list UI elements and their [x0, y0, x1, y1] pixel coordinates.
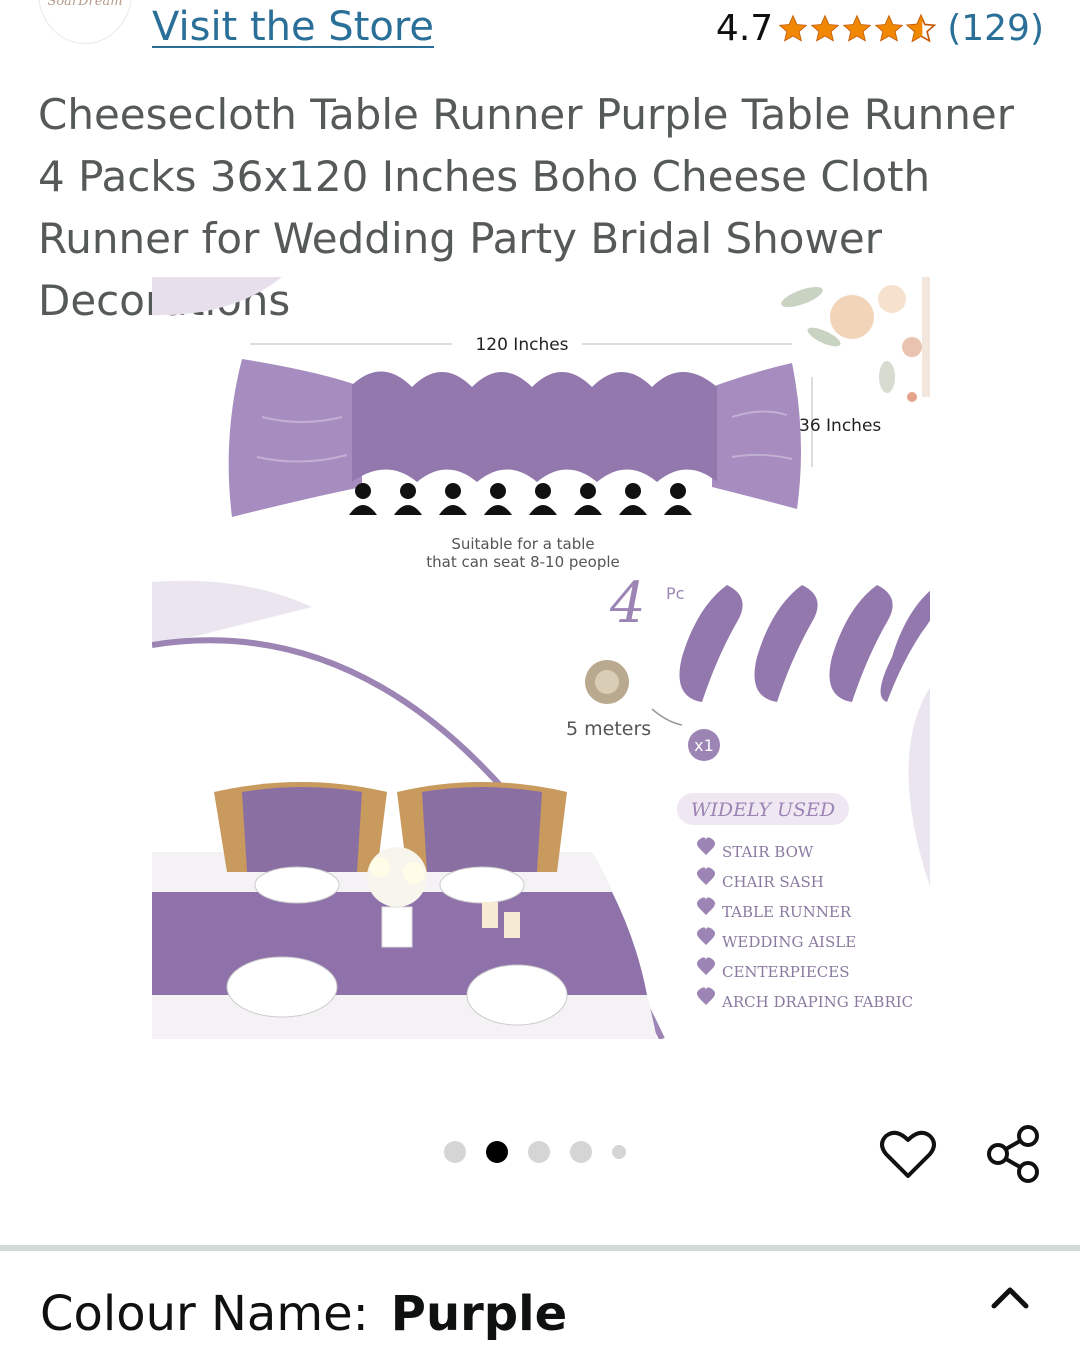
use-label: CHAIR SASH: [722, 873, 824, 891]
star-icon: [810, 14, 840, 42]
use-label: TABLE RUNNER: [722, 903, 852, 921]
twine-roll-center: [595, 670, 619, 694]
carousel-dot[interactable]: [612, 1145, 626, 1159]
list-item: ARCH DRAPING FABRIC: [697, 987, 913, 1011]
floral-decoration: [781, 277, 930, 402]
list-item: STAIR BOW: [697, 837, 814, 861]
list-item: WEDDING AISLE: [697, 927, 856, 951]
rating-summary[interactable]: 4.7 (129): [716, 8, 1044, 49]
star-icon: [842, 14, 872, 42]
arrow-icon: [651, 708, 683, 726]
carousel-dot[interactable]: [444, 1141, 466, 1163]
visit-store-link[interactable]: Visit the Store: [152, 4, 434, 50]
twine-label: 5 meters: [566, 718, 651, 740]
list-item: CHAIR SASH: [697, 867, 824, 891]
store-logo-text: SoarDream: [47, 0, 123, 9]
table-setting-photo: [152, 782, 657, 1039]
heart-icon: [697, 897, 715, 915]
uses-heading: WIDELY USED: [691, 799, 835, 821]
chevron-up-icon[interactable]: [986, 1278, 1034, 1318]
seat-caption-line2: that can seat 8-10 people: [426, 553, 619, 571]
heart-icon: [697, 837, 715, 855]
use-label: STAIR BOW: [722, 843, 814, 861]
store-row: SoarDream Visit the Store 4.7 (129): [0, 0, 1080, 62]
section-divider: [0, 1245, 1080, 1251]
people-icons: [349, 483, 692, 515]
table-runner-illustration: [228, 359, 801, 517]
carousel-dot[interactable]: [528, 1141, 550, 1163]
rating-value: 4.7: [715, 8, 774, 49]
colour-label: Colour Name:: [40, 1286, 369, 1342]
heart-icon: [697, 927, 715, 945]
side-decoration: [908, 687, 930, 887]
twine-qty: x1: [694, 736, 714, 755]
heart-icon: [697, 957, 715, 975]
store-logo[interactable]: SoarDream: [38, 0, 132, 44]
star-icon: [874, 14, 904, 42]
rating-count: (129): [947, 8, 1044, 49]
rolled-runners-illustration: [679, 585, 930, 702]
carousel-dot-active[interactable]: [486, 1141, 508, 1163]
share-icon[interactable]: [984, 1122, 1044, 1186]
colour-value: Purple: [390, 1286, 568, 1342]
length-label: 120 Inches: [475, 335, 568, 355]
arc-decoration: [152, 580, 312, 647]
wishlist-heart-icon[interactable]: [878, 1124, 938, 1184]
pack-unit: Pc: [666, 584, 684, 603]
carousel-dot[interactable]: [570, 1141, 592, 1163]
uses-list: STAIR BOW CHAIR SASH TABLE RUNNER WEDDIN…: [697, 837, 913, 1011]
list-item: CENTERPIECES: [697, 957, 849, 981]
heart-icon: [697, 987, 715, 1005]
list-item: TABLE RUNNER: [697, 897, 852, 921]
corner-decoration: [152, 277, 282, 316]
product-image[interactable]: 120 Inches 36 Inches Suitable for a tabl…: [152, 277, 930, 1039]
rating-stars: [777, 13, 937, 45]
seat-caption-line1: Suitable for a table: [451, 535, 594, 553]
use-label: ARCH DRAPING FABRIC: [721, 993, 913, 1011]
star-icon: [778, 14, 808, 42]
colour-selector[interactable]: Colour Name: Purple: [40, 1286, 567, 1342]
heart-icon: [697, 867, 715, 885]
pack-number: 4: [609, 571, 646, 636]
use-label: WEDDING AISLE: [722, 933, 856, 951]
image-carousel-dots: [444, 1141, 646, 1163]
width-label: 36 Inches: [799, 416, 881, 436]
use-label: CENTERPIECES: [722, 963, 849, 981]
star-half-icon: [905, 13, 937, 42]
